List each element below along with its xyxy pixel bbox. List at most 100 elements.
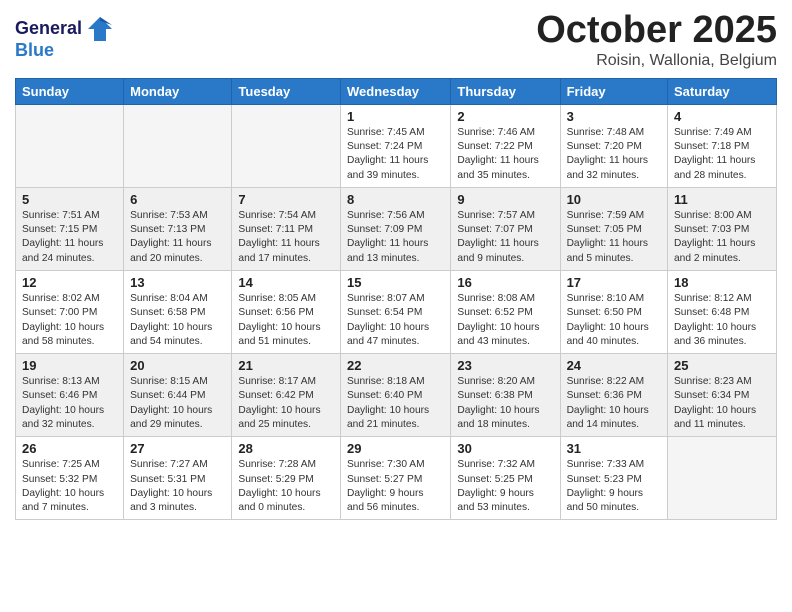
weekday-header-monday: Monday <box>124 78 232 104</box>
weekday-header-thursday: Thursday <box>451 78 560 104</box>
calendar-cell: 30Sunrise: 7:32 AM Sunset: 5:25 PM Dayli… <box>451 437 560 520</box>
calendar-cell: 2 Sunrise: 7:46 AM Sunset: 7:22 PM Daylig… <box>451 104 560 187</box>
day-info: Sunrise: 8:15 AM Sunset: 6:44 PM Dayligh… <box>130 375 225 432</box>
day-number: 17 <box>567 275 661 290</box>
calendar-cell: 16 Sunrise: 8:08 AM Sunset: 6:52 PM Dayli… <box>451 271 560 354</box>
day-number: 30 <box>457 441 553 456</box>
calendar-cell: 1 Sunrise: 7:45 AM Sunset: 7:24 PM Daylig… <box>340 104 450 187</box>
calendar-cell: 25 Sunrise: 8:23 AM Sunset: 6:34 PM Dayli… <box>668 354 777 437</box>
day-number: 3 <box>567 109 661 124</box>
calendar-cell: 7 Sunrise: 7:54 AM Sunset: 7:11 PM Daylig… <box>232 187 341 270</box>
calendar-cell: 15 Sunrise: 8:07 AM Sunset: 6:54 PM Dayli… <box>340 271 450 354</box>
day-number: 20 <box>130 358 225 373</box>
day-info: Sunrise: 7:53 AM Sunset: 7:13 PM Dayligh… <box>130 209 225 266</box>
calendar-cell: 22 Sunrise: 8:18 AM Sunset: 6:40 PM Dayli… <box>340 354 450 437</box>
day-number: 18 <box>674 275 770 290</box>
calendar-cell: 5 Sunrise: 7:51 AM Sunset: 7:15 PM Daylig… <box>16 187 124 270</box>
month-title: October 2025 <box>536 10 777 52</box>
calendar-cell: 3 Sunrise: 7:48 AM Sunset: 7:20 PM Daylig… <box>560 104 667 187</box>
day-number: 9 <box>457 192 553 207</box>
calendar-cell: 10 Sunrise: 7:59 AM Sunset: 7:05 PM Dayli… <box>560 187 667 270</box>
day-number: 16 <box>457 275 553 290</box>
day-info: Sunrise: 7:59 AM Sunset: 7:05 PM Dayligh… <box>567 209 661 266</box>
calendar-cell: 28 Sunrise: 7:28 AM Sunset: 5:29 PM Dayli… <box>232 437 341 520</box>
day-info: Sunrise: 8:07 AM Sunset: 6:54 PM Dayligh… <box>347 292 444 349</box>
day-number: 25 <box>674 358 770 373</box>
calendar-cell: 12Sunrise: 8:02 AM Sunset: 7:00 PM Dayli… <box>16 271 124 354</box>
weekday-header-saturday: Saturday <box>668 78 777 104</box>
day-number: 11 <box>674 192 770 207</box>
calendar-week-0: 1 Sunrise: 7:45 AM Sunset: 7:24 PM Daylig… <box>16 104 777 187</box>
day-number: 8 <box>347 192 444 207</box>
calendar-cell: 18 Sunrise: 8:12 AM Sunset: 6:48 PM Dayli… <box>668 271 777 354</box>
day-info: Sunrise: 7:28 AM Sunset: 5:29 PM Dayligh… <box>238 458 334 515</box>
calendar-cell: 17 Sunrise: 8:10 AM Sunset: 6:50 PM Dayli… <box>560 271 667 354</box>
day-number: 21 <box>238 358 334 373</box>
logo: General Blue <box>15 15 114 61</box>
day-number: 14 <box>238 275 334 290</box>
calendar-cell: 24 Sunrise: 8:22 AM Sunset: 6:36 PM Dayli… <box>560 354 667 437</box>
calendar-cell: 19 Sunrise: 8:13 AM Sunset: 6:46 PM Dayli… <box>16 354 124 437</box>
day-number: 28 <box>238 441 334 456</box>
calendar-cell: 31 Sunrise: 7:33 AM Sunset: 5:23 PM Dayli… <box>560 437 667 520</box>
day-number: 12 <box>22 275 117 290</box>
day-info: Sunrise: 7:51 AM Sunset: 7:15 PM Dayligh… <box>22 209 117 266</box>
title-section: October 2025 Roisin, Wallonia, Belgium <box>536 10 777 70</box>
day-number: 19 <box>22 358 117 373</box>
day-info: Sunrise: 8:00 AM Sunset: 7:03 PM Dayligh… <box>674 209 770 266</box>
day-number: 29 <box>347 441 444 456</box>
weekday-header-sunday: Sunday <box>16 78 124 104</box>
day-number: 15 <box>347 275 444 290</box>
calendar-cell <box>124 104 232 187</box>
day-number: 4 <box>674 109 770 124</box>
calendar-cell: 23Sunrise: 8:20 AM Sunset: 6:38 PM Dayli… <box>451 354 560 437</box>
day-number: 26 <box>22 441 117 456</box>
calendar-cell: 29 Sunrise: 7:30 AM Sunset: 5:27 PM Dayli… <box>340 437 450 520</box>
day-number: 31 <box>567 441 661 456</box>
day-info: Sunrise: 7:30 AM Sunset: 5:27 PM Dayligh… <box>347 458 444 515</box>
day-info: Sunrise: 7:57 AM Sunset: 7:07 PM Dayligh… <box>457 209 553 266</box>
day-number: 27 <box>130 441 225 456</box>
calendar-cell: 8Sunrise: 7:56 AM Sunset: 7:09 PM Daylig… <box>340 187 450 270</box>
day-info: Sunrise: 7:25 AM Sunset: 5:32 PM Dayligh… <box>22 458 117 515</box>
day-info: Sunrise: 7:45 AM Sunset: 7:24 PM Dayligh… <box>347 126 444 183</box>
calendar-cell <box>668 437 777 520</box>
day-number: 7 <box>238 192 334 207</box>
calendar-cell: 6Sunrise: 7:53 AM Sunset: 7:13 PM Daylig… <box>124 187 232 270</box>
day-info: Sunrise: 7:54 AM Sunset: 7:11 PM Dayligh… <box>238 209 334 266</box>
day-number: 1 <box>347 109 444 124</box>
day-info: Sunrise: 8:13 AM Sunset: 6:46 PM Dayligh… <box>22 375 117 432</box>
day-info: Sunrise: 8:10 AM Sunset: 6:50 PM Dayligh… <box>567 292 661 349</box>
logo-blue: Blue <box>15 41 114 61</box>
day-info: Sunrise: 7:33 AM Sunset: 5:23 PM Dayligh… <box>567 458 661 515</box>
calendar-cell: 14 Sunrise: 8:05 AM Sunset: 6:56 PM Dayli… <box>232 271 341 354</box>
day-info: Sunrise: 8:04 AM Sunset: 6:58 PM Dayligh… <box>130 292 225 349</box>
day-info: Sunrise: 8:22 AM Sunset: 6:36 PM Dayligh… <box>567 375 661 432</box>
day-info: Sunrise: 7:46 AM Sunset: 7:22 PM Dayligh… <box>457 126 553 183</box>
calendar-cell: 13 Sunrise: 8:04 AM Sunset: 6:58 PM Dayli… <box>124 271 232 354</box>
calendar-header-row: SundayMondayTuesdayWednesdayThursdayFrid… <box>16 78 777 104</box>
day-info: Sunrise: 8:18 AM Sunset: 6:40 PM Dayligh… <box>347 375 444 432</box>
calendar-cell: 20 Sunrise: 8:15 AM Sunset: 6:44 PM Dayli… <box>124 354 232 437</box>
logo-general: General <box>15 19 82 39</box>
day-number: 5 <box>22 192 117 207</box>
day-info: Sunrise: 8:23 AM Sunset: 6:34 PM Dayligh… <box>674 375 770 432</box>
day-info: Sunrise: 8:12 AM Sunset: 6:48 PM Dayligh… <box>674 292 770 349</box>
location-title: Roisin, Wallonia, Belgium <box>536 52 777 70</box>
day-info: Sunrise: 7:49 AM Sunset: 7:18 PM Dayligh… <box>674 126 770 183</box>
calendar-table: SundayMondayTuesdayWednesdayThursdayFrid… <box>15 78 777 521</box>
day-info: Sunrise: 8:08 AM Sunset: 6:52 PM Dayligh… <box>457 292 553 349</box>
day-info: Sunrise: 7:27 AM Sunset: 5:31 PM Dayligh… <box>130 458 225 515</box>
day-number: 23 <box>457 358 553 373</box>
calendar-cell: 26 Sunrise: 7:25 AM Sunset: 5:32 PM Dayli… <box>16 437 124 520</box>
day-number: 22 <box>347 358 444 373</box>
day-number: 2 <box>457 109 553 124</box>
day-number: 24 <box>567 358 661 373</box>
day-number: 10 <box>567 192 661 207</box>
day-number: 13 <box>130 275 225 290</box>
calendar-cell <box>16 104 124 187</box>
calendar-week-3: 19 Sunrise: 8:13 AM Sunset: 6:46 PM Dayli… <box>16 354 777 437</box>
day-info: Sunrise: 7:48 AM Sunset: 7:20 PM Dayligh… <box>567 126 661 183</box>
calendar-cell <box>232 104 341 187</box>
day-info: Sunrise: 8:05 AM Sunset: 6:56 PM Dayligh… <box>238 292 334 349</box>
